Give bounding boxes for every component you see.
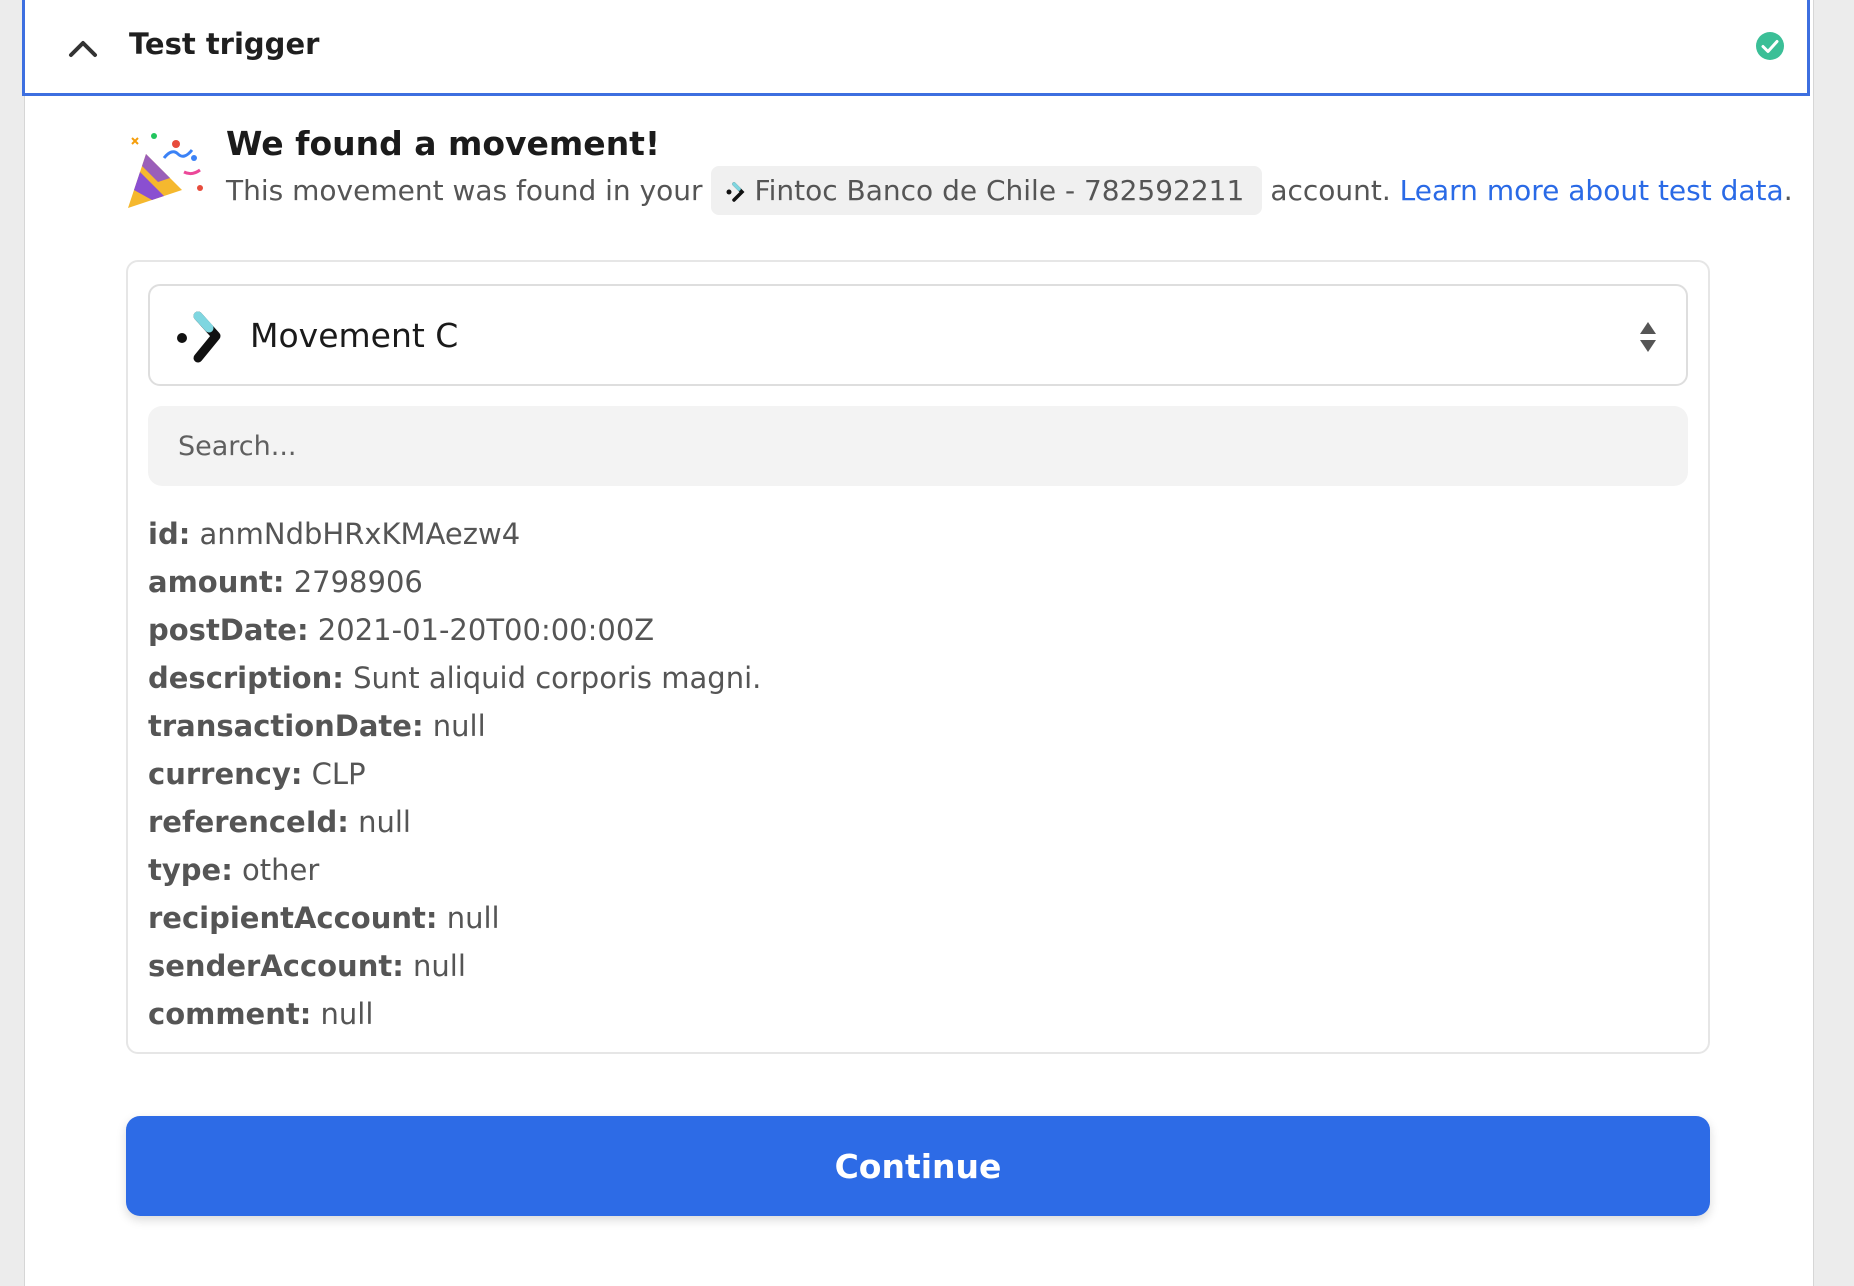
found-message: We found a movement! This movement was f… xyxy=(124,124,1794,224)
field-row: comment: null xyxy=(148,997,374,1031)
search-input[interactable] xyxy=(148,406,1688,486)
field-row: description: Sunt aliquid corporis magni… xyxy=(148,661,762,695)
field-row: referenceId: null xyxy=(148,805,411,839)
field-row: postDate: 2021-01-20T00:00:00Z xyxy=(148,613,655,647)
account-label: Fintoc Banco de Chile - 782592211 xyxy=(754,174,1245,207)
movement-select-label: Movement C xyxy=(250,316,459,355)
test-data-card: Movement C id: anmNdbHRxKMAezw4 amount: … xyxy=(126,260,1710,1054)
chevron-up-icon[interactable] xyxy=(63,29,103,69)
field-row: transactionDate: null xyxy=(148,709,486,743)
step-header[interactable]: Test trigger xyxy=(22,0,1810,96)
found-text-before: This movement was found in your xyxy=(226,174,703,207)
field-row: id: anmNdbHRxKMAezw4 xyxy=(148,517,521,551)
field-row: currency: CLP xyxy=(148,757,366,791)
learn-more-link[interactable]: Learn more about test data xyxy=(1400,174,1784,207)
field-row: type: other xyxy=(148,853,320,887)
step-title: Test trigger xyxy=(129,27,320,61)
found-title: We found a movement! xyxy=(226,124,661,163)
field-row: senderAccount: null xyxy=(148,949,466,983)
movement-select[interactable]: Movement C xyxy=(148,284,1688,386)
fintoc-logo-icon xyxy=(726,181,745,202)
account-pill: Fintoc Banco de Chile - 782592211 xyxy=(710,166,1263,215)
fintoc-logo-icon xyxy=(177,311,221,363)
check-circle-icon xyxy=(1756,32,1784,60)
fields-list: id: anmNdbHRxKMAezw4 amount: 2798906 pos… xyxy=(148,510,761,1038)
trailing-period: . xyxy=(1783,174,1793,207)
field-row: amount: 2798906 xyxy=(148,565,423,599)
field-row: recipientAccount: null xyxy=(148,901,500,935)
party-popper-icon xyxy=(128,133,203,208)
found-text-after: account. xyxy=(1270,174,1391,207)
found-subtitle: This movement was found in your Fintoc B… xyxy=(226,166,1793,215)
sort-arrows-icon xyxy=(1640,322,1656,352)
continue-button[interactable]: Continue xyxy=(126,1116,1710,1216)
